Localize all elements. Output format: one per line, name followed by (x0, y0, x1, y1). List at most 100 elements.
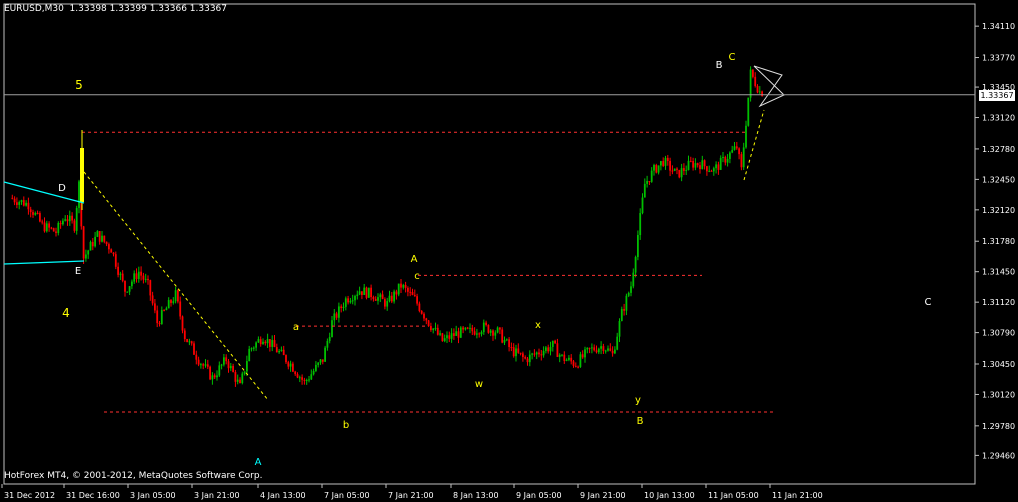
candle-body (204, 364, 207, 366)
y-tick-label: 1.32120 (982, 206, 1015, 215)
candle-body (197, 359, 200, 365)
candle-body (370, 287, 372, 298)
candle-body (264, 341, 267, 344)
candle-body (135, 273, 138, 279)
candle-body (577, 366, 579, 368)
candle-body (342, 306, 345, 309)
candle-body (386, 301, 389, 307)
x-tick-label: 10 Jan 13:00 (644, 491, 695, 500)
channel-line (3, 260, 85, 265)
candle-body (48, 223, 50, 228)
x-tick-label: 31 Dec 2012 (4, 491, 55, 500)
y-tick-label: 1.31120 (982, 298, 1015, 307)
candle-body (689, 160, 692, 162)
y-tick-label: 1.33770 (982, 54, 1015, 63)
candle-body (430, 326, 432, 331)
candle-body (407, 287, 409, 292)
candle-body (402, 284, 405, 288)
candle-body (344, 298, 347, 307)
wave-label: D (58, 183, 66, 194)
x-tick-label: 8 Jan 13:00 (453, 491, 499, 500)
candle-body (733, 146, 736, 150)
wave-label: E (75, 266, 81, 277)
candle-body (16, 202, 18, 205)
candle-body (574, 365, 577, 367)
candle-body (627, 292, 630, 296)
candle-body (630, 286, 632, 293)
candle-body (114, 254, 117, 267)
candle-body (413, 295, 416, 297)
y-tick-label: 1.30450 (982, 360, 1015, 369)
trendline (83, 171, 269, 401)
candle-body (280, 349, 283, 352)
candle-body (303, 379, 306, 381)
candle-body (71, 215, 73, 221)
candle-body (137, 271, 140, 279)
wave-label: B (637, 416, 644, 427)
candle-body (133, 273, 136, 282)
candle-body (59, 223, 62, 225)
candle-body (448, 335, 451, 339)
candle-body (526, 358, 529, 363)
candle-body (149, 280, 152, 296)
candle-body (466, 327, 469, 329)
candle-body (312, 370, 315, 375)
candle-body (588, 347, 591, 349)
candle-body (220, 364, 223, 366)
candle-body (34, 213, 37, 215)
candle-body (296, 374, 299, 378)
candle-body (22, 200, 25, 206)
candle-body (761, 91, 763, 97)
candle-body (692, 161, 694, 168)
x-tick-label: 11 Jan 05:00 (708, 491, 759, 500)
candle-body (110, 249, 113, 253)
candle-body (333, 313, 336, 321)
candle-body (653, 165, 655, 171)
candle-body (75, 207, 78, 231)
x-tick-label: 9 Jan 21:00 (580, 491, 626, 500)
candle-body (471, 327, 474, 332)
candle-body (131, 281, 133, 287)
price-chart[interactable]: 1.341101.337701.334501.331201.327801.324… (0, 0, 1018, 502)
candle-body (395, 291, 398, 295)
candle-body (632, 272, 635, 287)
x-tick-label: 3 Jan 21:00 (194, 491, 240, 500)
candle-body (524, 356, 527, 359)
candle-body (473, 331, 476, 335)
candle-body (625, 295, 628, 311)
y-tick-label: 1.30120 (982, 390, 1015, 399)
candle-body (363, 287, 366, 295)
candle-body (604, 350, 607, 352)
candle-body (561, 354, 563, 356)
candle-body (271, 340, 274, 347)
candle-body (13, 198, 16, 203)
candle-body (128, 286, 131, 292)
candle-body (91, 241, 94, 247)
candle-body (487, 324, 490, 333)
candle-body (715, 164, 717, 169)
candle-body (742, 147, 745, 168)
candle-body (206, 364, 209, 367)
candle-body (190, 341, 193, 344)
copyright-text: HotForex MT4, © 2001-2012, MetaQuotes So… (4, 471, 263, 481)
candle-body (505, 339, 508, 341)
candle-body (140, 271, 142, 276)
x-tick-label: 7 Jan 05:00 (324, 491, 370, 500)
candle-body (607, 348, 609, 351)
candle-body (501, 329, 504, 343)
candle-body (462, 327, 464, 330)
candle-body (409, 291, 412, 293)
candle-body (158, 323, 161, 325)
candle-body (568, 357, 570, 360)
candle-body (282, 349, 285, 356)
candle-body (236, 379, 239, 382)
candle-body (62, 220, 64, 225)
candle-body (275, 347, 278, 353)
x-tick-label: 11 Jan 21:00 (772, 491, 823, 500)
candle-body (248, 348, 251, 362)
candle-body (379, 294, 382, 298)
candle-body (174, 290, 177, 302)
candle-body (273, 340, 276, 348)
candle-body (710, 170, 713, 172)
candle-body (25, 202, 27, 206)
